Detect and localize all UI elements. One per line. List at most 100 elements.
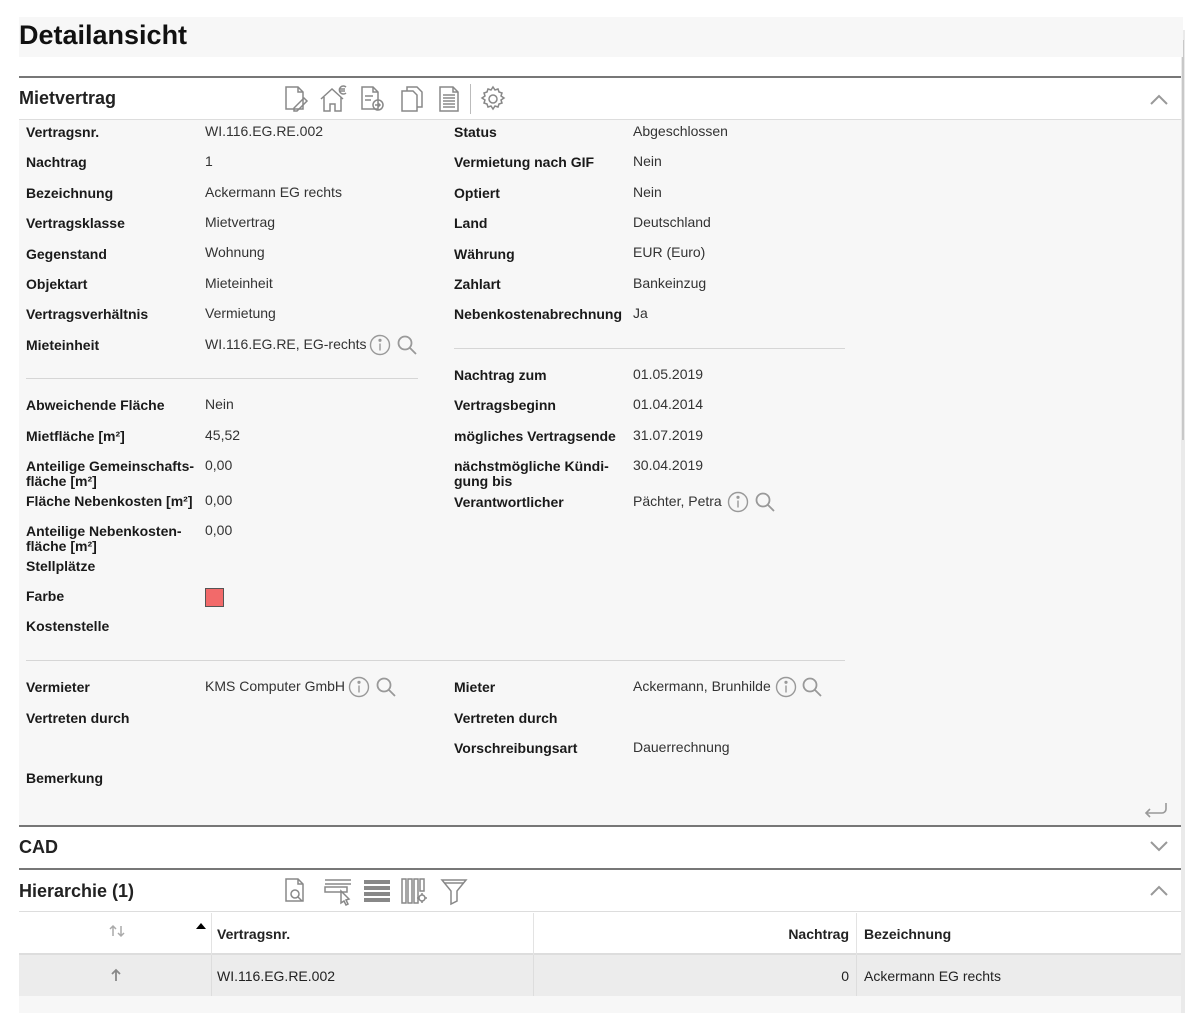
sort-indicator-icon (196, 916, 206, 929)
field-label-optiert: Optiert (454, 185, 500, 201)
table-header-row: Vertragsnr. Nachtrag Bezeichnung (19, 913, 1181, 955)
document-text-icon[interactable] (434, 84, 464, 114)
field-value-vertragsende: 31.07.2019 (633, 427, 704, 443)
field-label-vermietung-gif: Vermietung nach GIF (454, 154, 595, 170)
collapse-chevron-up-icon[interactable] (1149, 92, 1169, 106)
document-search-icon[interactable] (281, 876, 311, 906)
field-label-zahlart: Zahlart (454, 276, 501, 292)
edit-document-icon[interactable] (281, 84, 311, 114)
copy-icon[interactable] (397, 84, 427, 114)
column-separator (533, 955, 534, 996)
sort-arrows-icon[interactable] (109, 924, 125, 938)
field-label-vertragsnr: Vertragsnr. (26, 124, 100, 140)
field-value-optiert: Nein (633, 184, 662, 200)
field-label-vermieter: Vermieter (26, 679, 90, 695)
field-value-mieteinheit[interactable]: WI.116.EG.RE, EG-rechts (205, 337, 367, 352)
search-icon[interactable] (375, 676, 397, 698)
columns-settings-icon[interactable] (400, 876, 430, 906)
list-lines-icon[interactable] (362, 876, 392, 906)
column-header-bezeichnung[interactable]: Bezeichnung (864, 927, 951, 942)
info-icon[interactable] (775, 676, 797, 698)
column-separator (211, 955, 212, 996)
table-footer (19, 996, 1181, 1013)
field-label-land: Land (454, 215, 488, 231)
field-label-vertragsklasse: Vertragsklasse (26, 215, 125, 231)
field-label-vorschreibungsart: Vorschreibungsart (454, 740, 578, 756)
field-value-nebenkostenabrechnung: Ja (633, 305, 648, 321)
field-label-vertragsbeginn: Vertragsbeginn (454, 397, 556, 413)
section-title-hierarchie: Hierarchie (1) (19, 881, 135, 901)
field-label-mieteinheit: Mieteinheit (26, 337, 100, 353)
field-value-nachtrag: 1 (205, 153, 213, 169)
page-title: Detailansicht (19, 20, 188, 50)
field-label-farbe: Farbe (26, 588, 65, 604)
cell-bezeichnung: Ackermann EG rechts (864, 968, 1001, 984)
field-label-kuendigung-bis: nächstmögliche Kündi- gung bis (454, 458, 609, 489)
search-icon[interactable] (801, 676, 823, 698)
field-label-flaeche-nebenkosten: Fläche Nebenkosten [m²] (26, 493, 193, 509)
toolbar-separator (470, 84, 471, 114)
table-row[interactable]: WI.116.EG.RE.002 0 Ackermann EG rechts (19, 955, 1181, 996)
column-header-vertragsnr[interactable]: Vertragsnr. (217, 927, 290, 942)
field-value-kuendigung-bis: 30.04.2019 (633, 457, 704, 473)
field-label-status: Status (454, 124, 497, 140)
field-label-bemerkung: Bemerkung (26, 770, 104, 786)
field-value-vorschreibungsart: Dauerrechnung (633, 739, 730, 755)
field-label-mieter: Mieter (454, 679, 496, 695)
field-label-bezeichnung: Bezeichnung (26, 185, 114, 201)
section-underline (19, 911, 1181, 912)
field-label-gegenstand: Gegenstand (26, 246, 107, 262)
field-value-vertragsnr: WI.116.EG.RE.002 (205, 123, 324, 139)
info-icon[interactable] (348, 676, 370, 698)
section-header-hierarchie[interactable]: Hierarchie (1) (19, 868, 1181, 912)
divider (26, 378, 418, 379)
column-separator (211, 913, 212, 955)
select-cursor-icon[interactable] (323, 876, 353, 906)
field-label-stellplaetze: Stellplätze (26, 558, 96, 574)
field-label-gemeinschaftsflaeche: Anteilige Gemeinschafts- fläche [m²] (26, 458, 195, 489)
field-label-kostenstelle: Kostenstelle (26, 618, 110, 634)
field-value-verantwortlicher[interactable]: Pächter, Petra (633, 494, 722, 509)
info-icon[interactable] (727, 491, 749, 513)
collapse-chevron-up-icon[interactable] (1149, 883, 1169, 897)
section-header-cad[interactable]: CAD (19, 825, 1181, 869)
field-label-nachtrag-zum: Nachtrag zum (454, 367, 547, 383)
divider (26, 660, 845, 661)
field-label-nebenkostenflaeche: Anteilige Nebenkosten- fläche [m²] (26, 523, 182, 554)
field-value-nachtrag-zum: 01.05.2019 (633, 366, 704, 382)
field-label-verantwortlicher: Verantwortlicher (454, 494, 564, 510)
section-header-mietvertrag[interactable]: Mietvertrag (19, 76, 1181, 120)
page-title-bar (19, 17, 1183, 57)
field-label-vertreten-durch-right: Vertreten durch (454, 710, 558, 726)
document-export-icon[interactable] (357, 84, 387, 114)
column-header-nachtrag[interactable]: Nachtrag (788, 927, 849, 942)
farbe-color-swatch (205, 588, 224, 607)
column-separator (856, 955, 857, 996)
cell-nachtrag: 0 (841, 968, 849, 984)
field-value-zahlart: Bankeinzug (633, 275, 707, 291)
field-label-vertragsverhaeltnis: Vertragsverhältnis (26, 306, 149, 322)
field-value-vermieter[interactable]: KMS Computer GmbH (205, 679, 345, 694)
return-arrow-icon[interactable] (1142, 800, 1170, 820)
page-scrollbar-thumb[interactable] (1182, 40, 1184, 440)
divider (454, 348, 845, 349)
field-label-vertreten-durch-left: Vertreten durch (26, 710, 130, 726)
field-value-vermietung-gif: Nein (633, 153, 662, 169)
field-value-status: Abgeschlossen (633, 123, 728, 139)
home-euro-icon[interactable] (318, 84, 348, 114)
expand-chevron-down-icon[interactable] (1149, 840, 1169, 854)
field-value-bezeichnung: Ackermann EG rechts (205, 184, 342, 200)
settings-gear-icon[interactable] (478, 84, 508, 114)
field-value-mieter[interactable]: Ackermann, Brunhilde (633, 679, 771, 694)
search-icon[interactable] (754, 491, 776, 513)
field-label-objektart: Objektart (26, 276, 88, 292)
cell-vertragsnr: WI.116.EG.RE.002 (217, 968, 336, 984)
column-separator (856, 913, 857, 955)
arrow-up-icon[interactable] (110, 968, 122, 982)
info-icon[interactable] (369, 334, 391, 356)
field-value-vertragsbeginn: 01.04.2014 (633, 396, 704, 412)
search-icon[interactable] (396, 334, 418, 356)
filter-icon[interactable] (439, 876, 469, 906)
field-label-waehrung: Währung (454, 246, 515, 262)
field-value-gegenstand: Wohnung (205, 244, 265, 260)
